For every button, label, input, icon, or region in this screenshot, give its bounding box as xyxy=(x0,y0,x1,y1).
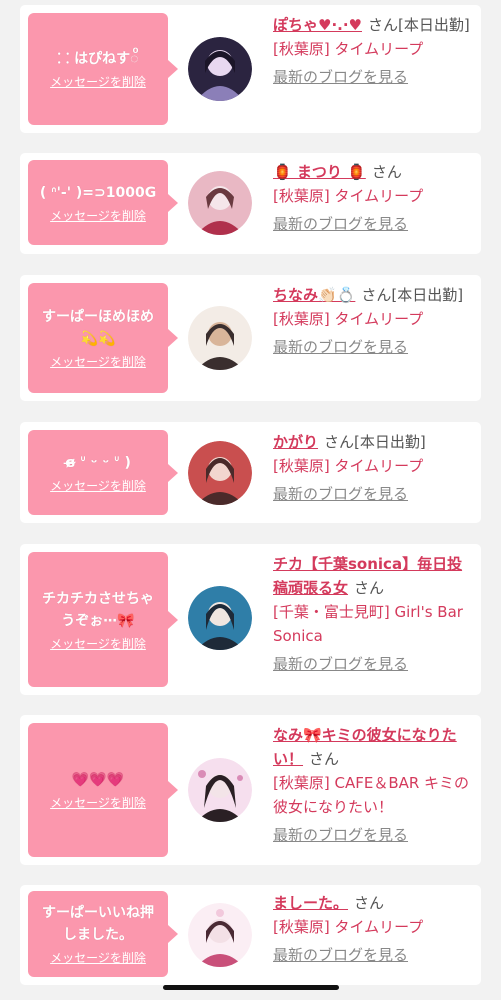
user-info: ぽちゃ♥·.·♥ さん[本日出勤] [秋葉原] タイムリープ 最新のブログを見る xyxy=(273,13,475,89)
delete-message-link[interactable]: メッセージを削除 xyxy=(50,354,146,370)
message-bubble: すーぱーほめほめ💫💫 メッセージを削除 xyxy=(28,283,178,393)
user-name-link[interactable]: かがり xyxy=(273,433,318,451)
message-bubble: ɞ̴̶̷ ᐡ ᵕ ᵕ ᐡ ) メッセージを削除 xyxy=(28,430,178,515)
message-text: ⸬ はぴねす◌ͦ xyxy=(57,51,139,67)
latest-blog-link[interactable]: 最新のブログを見る xyxy=(273,335,475,359)
shop-label: [千葉・富士見町] Girl's Bar Sonica xyxy=(273,603,463,645)
message-text: すーぱーほめほめ💫💫 xyxy=(42,309,154,347)
message-card: すーぱーほめほめ💫💫 メッセージを削除 ちなみ👏🏻💍 さん[本日出勤] [秋葉原]… xyxy=(20,275,481,401)
honorific: さん xyxy=(354,894,385,912)
user-name-link[interactable]: なみ🎀キミの彼女になりたい！ xyxy=(273,726,457,768)
avatar[interactable] xyxy=(188,171,252,235)
user-name-link[interactable]: ちなみ👏🏻💍 xyxy=(273,286,355,304)
user-name-link[interactable]: ぽちゃ♥·.·♥ xyxy=(273,16,362,34)
latest-blog-link[interactable]: 最新のブログを見る xyxy=(273,482,475,506)
shop-label: [秋葉原] タイムリープ xyxy=(273,40,424,58)
message-card: チカチカさせちゃうぞぉ⋯🎀 メッセージを削除 チカ【千葉sonica】毎日投稿頑… xyxy=(20,544,481,695)
message-bubble: 💗💗💗 メッセージを削除 xyxy=(28,723,178,857)
shop-label: [秋葉原] タイムリープ xyxy=(273,310,424,328)
shop-label: [秋葉原] タイムリープ xyxy=(273,457,424,475)
avatar[interactable] xyxy=(188,903,252,967)
honorific: さん xyxy=(354,579,385,597)
honorific: さん xyxy=(368,16,399,34)
work-status: [本日出勤] xyxy=(398,16,470,34)
delete-message-link[interactable]: メッセージを削除 xyxy=(50,636,146,652)
avatar[interactable] xyxy=(188,758,252,822)
user-info: 🏮 まつり 🏮 さん [秋葉原] タイムリープ 最新のブログを見る xyxy=(273,160,475,236)
message-card: ⸬ はぴねす◌ͦ メッセージを削除 ぽちゃ♥·.·♥ さん[本日出勤] [秋葉原]… xyxy=(20,5,481,133)
latest-blog-link[interactable]: 最新のブログを見る xyxy=(273,652,475,676)
message-text: すーぱーいいね押しました。 xyxy=(42,905,154,943)
user-info: ましーた。 さん [秋葉原] タイムリープ 最新のブログを見る xyxy=(273,891,475,967)
delete-message-link[interactable]: メッセージを削除 xyxy=(50,208,146,224)
delete-message-link[interactable]: メッセージを削除 xyxy=(50,74,146,90)
work-status: [本日出勤] xyxy=(354,433,426,451)
message-card: 💗💗💗 メッセージを削除 なみ🎀キミの彼女になりたい！ さん [秋葉原] CAFE… xyxy=(20,715,481,865)
home-indicator[interactable] xyxy=(163,985,339,990)
message-bubble: すーぱーいいね押しました。 メッセージを削除 xyxy=(28,891,178,977)
shop-label: [秋葉原] タイムリープ xyxy=(273,918,424,936)
latest-blog-link[interactable]: 最新のブログを見る xyxy=(273,943,475,967)
honorific: さん xyxy=(324,433,355,451)
message-text: ( ᐢ'-' )=⊃1000G xyxy=(39,184,157,201)
user-info: かがり さん[本日出勤] [秋葉原] タイムリープ 最新のブログを見る xyxy=(273,430,475,506)
avatar[interactable] xyxy=(188,441,252,505)
message-text: 💗💗💗 xyxy=(71,772,125,788)
message-bubble: ( ᐢ'-' )=⊃1000G メッセージを削除 xyxy=(28,160,178,245)
avatar[interactable] xyxy=(188,37,252,101)
latest-blog-link[interactable]: 最新のブログを見る xyxy=(273,65,475,89)
user-name-link[interactable]: ましーた。 xyxy=(273,894,348,912)
message-text: チカチカさせちゃうぞぉ⋯🎀 xyxy=(42,590,154,629)
message-card: ɞ̴̶̷ ᐡ ᵕ ᵕ ᐡ ) メッセージを削除 かがり さん[本日出勤] [秋葉原… xyxy=(20,422,481,523)
message-bubble: チカチカさせちゃうぞぉ⋯🎀 メッセージを削除 xyxy=(28,552,178,687)
user-info: なみ🎀キミの彼女になりたい！ さん [秋葉原] CAFE＆BAR キミの彼女になり… xyxy=(273,723,475,847)
latest-blog-link[interactable]: 最新のブログを見る xyxy=(273,823,475,847)
message-card: ( ᐢ'-' )=⊃1000G メッセージを削除 🏮 まつり 🏮 さん [秋葉原]… xyxy=(20,153,481,254)
shop-label: [秋葉原] CAFE＆BAR キミの彼女になりたい！ xyxy=(273,774,470,816)
delete-message-link[interactable]: メッセージを削除 xyxy=(50,950,146,966)
avatar[interactable] xyxy=(188,586,252,650)
work-status: [本日出勤] xyxy=(391,286,464,304)
user-info: ちなみ👏🏻💍 さん[本日出勤] [秋葉原] タイムリープ 最新のブログを見る xyxy=(273,283,475,359)
message-bubble: ⸬ はぴねす◌ͦ メッセージを削除 xyxy=(28,13,178,125)
user-name-link[interactable]: 🏮 まつり 🏮 xyxy=(273,163,366,181)
honorific: さん xyxy=(371,163,402,181)
latest-blog-link[interactable]: 最新のブログを見る xyxy=(273,212,475,236)
shop-label: [秋葉原] タイムリープ xyxy=(273,187,424,205)
delete-message-link[interactable]: メッセージを削除 xyxy=(50,795,146,811)
message-card: すーぱーいいね押しました。 メッセージを削除 ましーた。 さん [秋葉原] タイム… xyxy=(20,885,481,985)
avatar[interactable] xyxy=(188,306,252,370)
delete-message-link[interactable]: メッセージを削除 xyxy=(50,478,146,494)
message-text: ɞ̴̶̷ ᐡ ᵕ ᵕ ᐡ ) xyxy=(65,454,131,471)
message-list: ⸬ はぴねす◌ͦ メッセージを削除 ぽちゃ♥·.·♥ さん[本日出勤] [秋葉原]… xyxy=(0,0,501,1000)
honorific: さん xyxy=(361,286,392,304)
honorific: さん xyxy=(309,750,340,768)
user-info: チカ【千葉sonica】毎日投稿頑張る女 さん [千葉・富士見町] Girl's … xyxy=(273,552,475,676)
